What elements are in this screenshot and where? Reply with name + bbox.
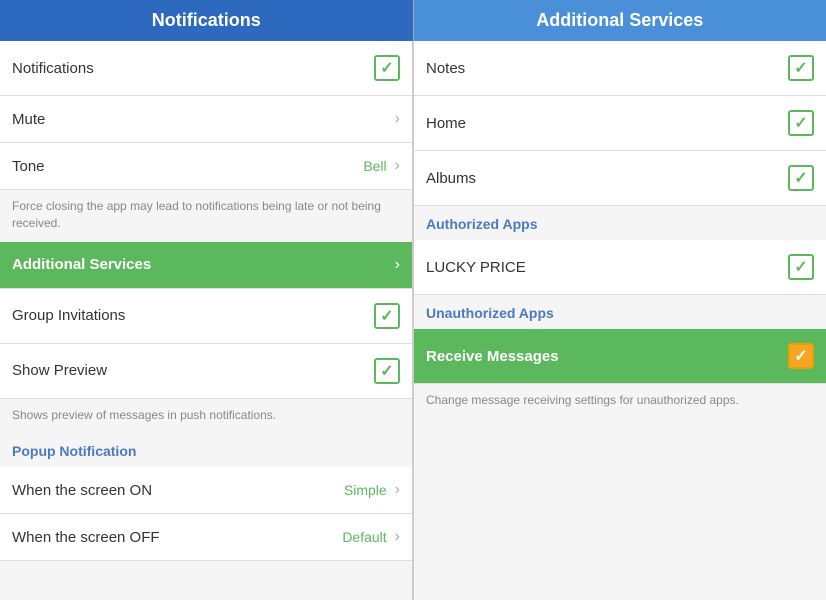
show-preview-checkbox[interactable] [374, 358, 400, 384]
receive-messages-checkbox[interactable] [788, 343, 814, 369]
additional-services-header: Additional Services [413, 0, 826, 41]
left-panel: Notifications Mute › Tone Bell › Force c… [0, 41, 413, 600]
albums-item[interactable]: Albums [414, 151, 826, 206]
screen-off-value: Default [342, 529, 386, 545]
lucky-price-item[interactable]: LUCKY PRICE [414, 240, 826, 295]
screen-off-item[interactable]: When the screen OFF Default › [0, 514, 412, 561]
screen-on-item[interactable]: When the screen ON Simple › [0, 467, 412, 514]
lucky-price-checkbox[interactable] [788, 254, 814, 280]
unauthorized-apps-section: Unauthorized Apps [414, 295, 826, 329]
notes-item[interactable]: Notes [414, 41, 826, 96]
albums-label: Albums [426, 170, 476, 187]
right-panel: Notes Home Albums Authorized Apps LUCKY … [413, 41, 826, 600]
tone-label: Tone [12, 158, 45, 175]
notifications-header: Notifications [0, 0, 413, 41]
home-label: Home [426, 115, 466, 132]
mute-label: Mute [12, 111, 45, 128]
notifications-label: Notifications [12, 60, 94, 77]
screen-on-value: Simple [344, 482, 387, 498]
authorized-apps-label: Authorized Apps [426, 216, 537, 232]
screen-off-value-group: Default › [342, 528, 400, 546]
authorized-apps-section: Authorized Apps [414, 206, 826, 240]
notifications-header-title: Notifications [152, 10, 261, 30]
tone-item[interactable]: Tone Bell › [0, 143, 412, 190]
home-checkbox[interactable] [788, 110, 814, 136]
show-preview-item[interactable]: Show Preview [0, 344, 412, 399]
receive-messages-label: Receive Messages [426, 348, 559, 365]
unauthorized-apps-label: Unauthorized Apps [426, 305, 554, 321]
additional-services-item[interactable]: Additional Services › [0, 242, 412, 289]
show-preview-label: Show Preview [12, 362, 107, 379]
additional-services-label: Additional Services [12, 256, 151, 273]
screen-on-label: When the screen ON [12, 482, 152, 499]
home-item[interactable]: Home [414, 96, 826, 151]
tone-value-group: Bell › [363, 157, 400, 175]
receive-messages-notice: Change message receiving settings for un… [414, 384, 826, 419]
notes-checkbox[interactable] [788, 55, 814, 81]
popup-notification-label: Popup Notification [12, 443, 136, 459]
popup-notification-section: Popup Notification [0, 433, 412, 467]
group-invitations-label: Group Invitations [12, 307, 125, 324]
mute-chevron-icon: › [395, 110, 400, 128]
screen-off-label: When the screen OFF [12, 529, 160, 546]
group-invitations-item[interactable]: Group Invitations [0, 289, 412, 344]
notifications-checkbox[interactable] [374, 55, 400, 81]
group-invitations-checkbox[interactable] [374, 303, 400, 329]
screen-on-value-group: Simple › [344, 481, 400, 499]
lucky-price-label: LUCKY PRICE [426, 259, 526, 276]
notes-label: Notes [426, 60, 465, 77]
mute-item[interactable]: Mute › [0, 96, 412, 143]
screen-on-chevron-icon: › [395, 481, 400, 499]
receive-messages-item[interactable]: Receive Messages [414, 329, 826, 384]
albums-checkbox[interactable] [788, 165, 814, 191]
force-close-notice: Force closing the app may lead to notifi… [0, 190, 412, 242]
additional-services-chevron-icon: › [395, 256, 400, 274]
additional-services-header-title: Additional Services [536, 10, 703, 30]
show-preview-notice: Shows preview of messages in push notifi… [0, 399, 412, 434]
notifications-item[interactable]: Notifications [0, 41, 412, 96]
tone-value: Bell [363, 158, 386, 174]
screen-off-chevron-icon: › [395, 528, 400, 546]
tone-chevron-icon: › [395, 157, 400, 175]
